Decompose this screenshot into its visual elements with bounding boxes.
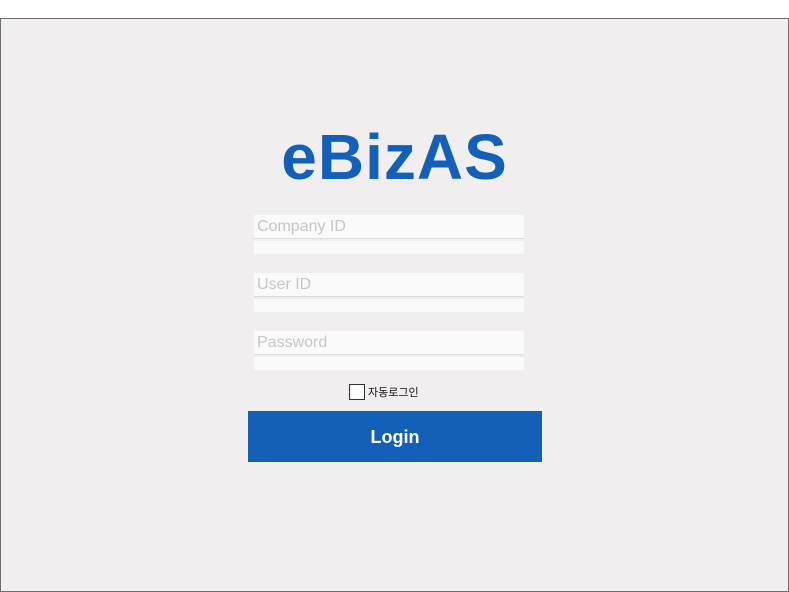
auto-login-row[interactable]: 자동로그인 [349, 383, 419, 401]
user-id-field-wrapper [254, 273, 524, 313]
password-field-wrapper [254, 331, 524, 371]
auto-login-checkbox[interactable] [349, 384, 365, 400]
company-id-input[interactable] [254, 215, 524, 239]
app-logo: eBizAS [281, 121, 508, 193]
auto-login-label[interactable]: 자동로그인 [368, 384, 419, 400]
login-button[interactable]: Login [248, 411, 542, 462]
user-id-input[interactable] [254, 273, 524, 297]
user-id-underbar [254, 299, 524, 312]
password-underbar [254, 357, 524, 370]
company-id-underbar [254, 241, 524, 254]
company-id-field-wrapper [254, 215, 524, 255]
password-input[interactable] [254, 331, 524, 355]
login-screen: eBizAS 자동로그인 Login [0, 18, 789, 592]
